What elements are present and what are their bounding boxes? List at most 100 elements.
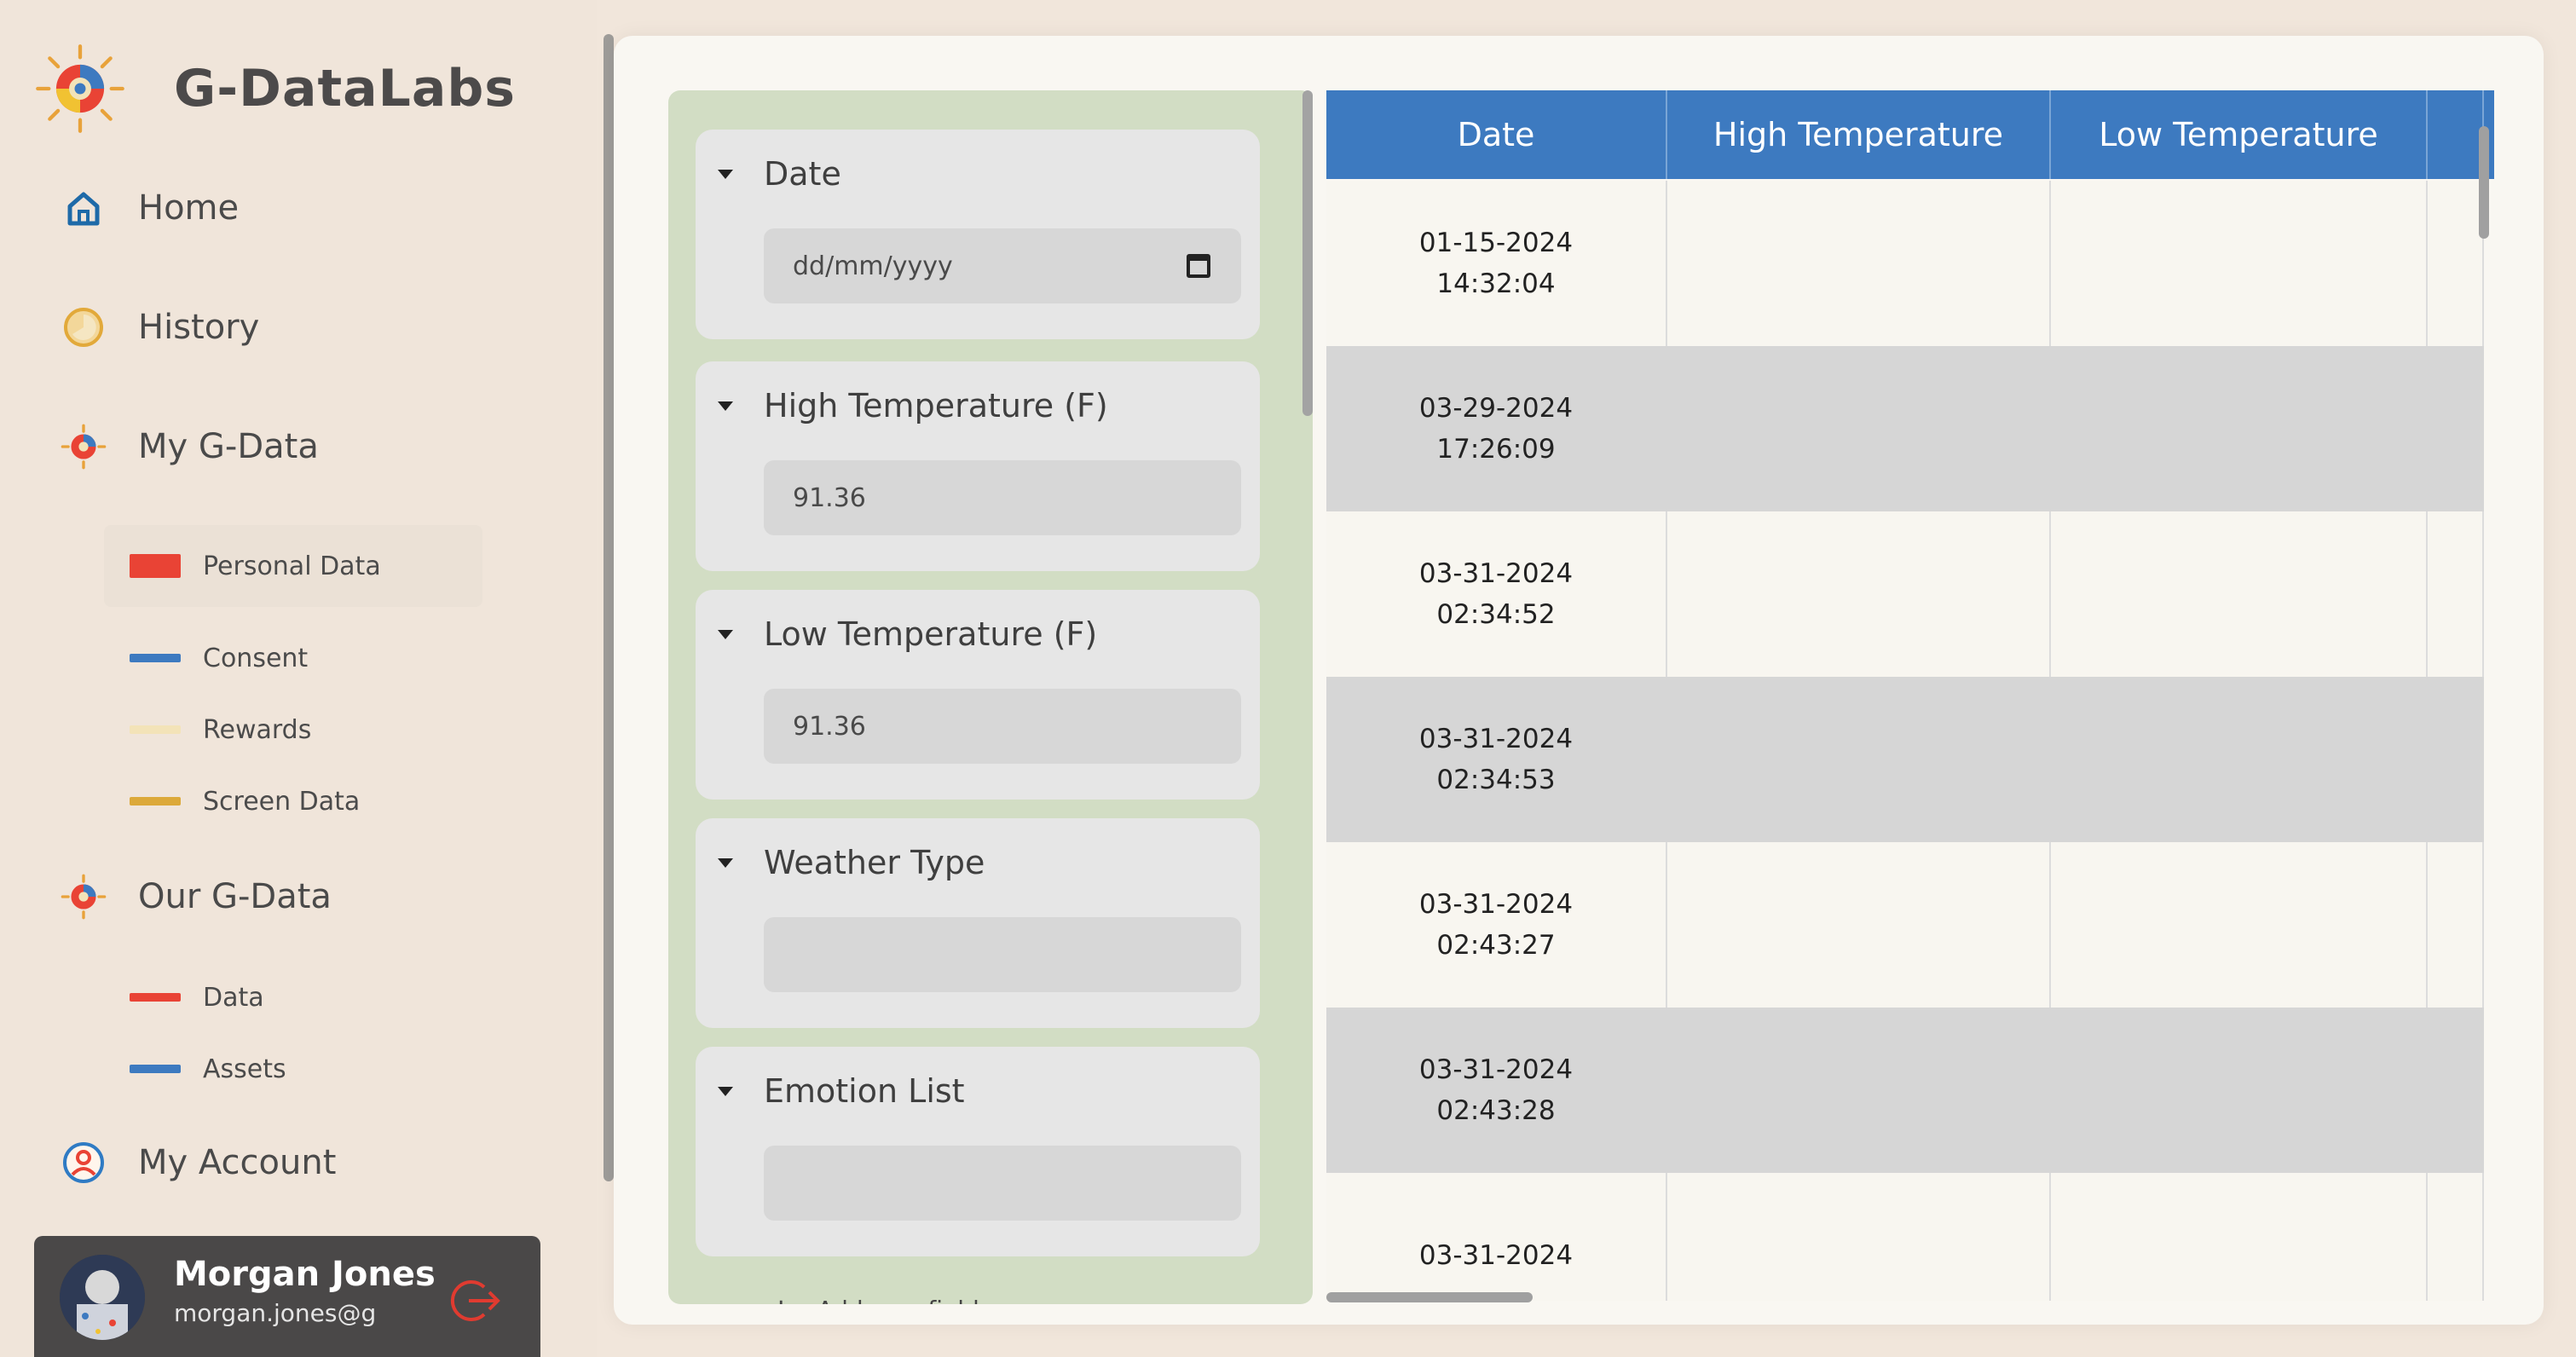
table-row[interactable]: 03-31-2024 — [1326, 1173, 2484, 1301]
table-row[interactable]: 03-29-2024 17:26:09 — [1326, 346, 2484, 511]
sidebar-item-assets[interactable]: Assets — [104, 1028, 482, 1110]
cell-extra — [2428, 842, 2484, 1008]
cell-low-temperature — [2051, 346, 2428, 511]
sidebar-item-label: Rewards — [203, 714, 312, 745]
cell-low-temperature — [2051, 677, 2428, 842]
caret-down-icon[interactable] — [718, 629, 733, 639]
field-header[interactable]: Weather Type — [718, 844, 985, 881]
nav-my-gdata[interactable]: My G-Data — [60, 423, 319, 471]
sidebar-item-personal-data[interactable]: Personal Data — [104, 525, 482, 607]
low-temperature-input[interactable]: 91.36 — [764, 689, 1241, 764]
column-header-low-temperature[interactable]: Low Temperature — [2051, 90, 2428, 179]
cell-date: 03-29-2024 17:26:09 — [1326, 346, 1667, 511]
cell-extra — [2428, 346, 2484, 511]
column-header-high-temperature[interactable]: High Temperature — [1667, 90, 2051, 179]
nav-home[interactable]: Home — [60, 184, 239, 232]
caret-down-icon[interactable] — [718, 858, 733, 868]
sidebar: G-DataLabs Home History My G-Data Person… — [0, 0, 597, 1357]
app-window: G-DataLabs Home History My G-Data Person… — [0, 0, 2576, 1357]
data-table: Date High Temperature Low Temperature 01… — [1326, 90, 2494, 1301]
rewards-color-icon — [130, 725, 181, 734]
sidebar-item-rewards[interactable]: Rewards — [104, 689, 482, 771]
nav-our-gdata[interactable]: Our G-Data — [60, 873, 332, 921]
user-name: Morgan Jones — [174, 1255, 436, 1294]
field-header[interactable]: Emotion List — [718, 1072, 965, 1110]
form-panel: Date dd/mm/yyyy High Temperature (F) 91.… — [668, 90, 1313, 1304]
cell-date-time: 02:34:53 — [1436, 765, 1556, 795]
home-icon — [60, 184, 107, 232]
caret-down-icon[interactable] — [718, 169, 733, 179]
our-gdata-icon — [60, 873, 107, 921]
cell-high-temperature — [1667, 1008, 2051, 1173]
high-temperature-input[interactable]: 91.36 — [764, 460, 1241, 535]
table-vertical-scrollbar[interactable] — [2479, 126, 2489, 239]
cell-date: 03-31-2024 02:43:27 — [1326, 842, 1667, 1008]
cell-date-time: 02:43:27 — [1436, 930, 1556, 961]
cell-date-time: 17:26:09 — [1436, 434, 1556, 465]
cell-date-day: 03-31-2024 — [1418, 1054, 1574, 1085]
nav-history[interactable]: History — [60, 303, 259, 351]
table-row[interactable]: 03-31-2024 02:34:52 — [1326, 511, 2484, 677]
screen-data-color-icon — [130, 797, 181, 806]
date-placeholder: dd/mm/yyyy — [793, 251, 953, 281]
table-horizontal-scrollbar[interactable] — [1326, 1292, 1533, 1302]
add-new-field-label: Add new field — [817, 1296, 979, 1305]
user-info: Morgan Jones morgan.jones@g — [174, 1255, 436, 1327]
emotion-list-input[interactable] — [764, 1146, 1241, 1221]
brand[interactable]: G-DataLabs — [34, 43, 516, 135]
user-card[interactable]: Morgan Jones morgan.jones@g — [34, 1236, 540, 1357]
sidebar-item-label: Data — [203, 982, 264, 1013]
account-icon — [60, 1139, 107, 1187]
calendar-icon[interactable] — [1187, 254, 1210, 278]
cell-extra — [2428, 181, 2484, 346]
nav-my-account-label: My Account — [138, 1143, 337, 1182]
weather-type-input[interactable] — [764, 917, 1241, 992]
cell-date-time: 14:32:04 — [1436, 269, 1556, 299]
nav-my-account[interactable]: My Account — [60, 1139, 336, 1187]
table-row[interactable]: 03-31-2024 02:34:53 — [1326, 677, 2484, 842]
cell-date: 03-31-2024 — [1326, 1173, 1667, 1301]
table-row[interactable]: 03-31-2024 02:43:27 — [1326, 842, 2484, 1008]
caret-down-icon[interactable] — [718, 1086, 733, 1096]
date-input[interactable]: dd/mm/yyyy — [764, 228, 1241, 303]
cell-date-day: 03-31-2024 — [1418, 889, 1574, 920]
consent-color-icon — [130, 654, 181, 662]
field-label: Emotion List — [764, 1072, 965, 1110]
cell-high-temperature — [1667, 346, 2051, 511]
column-header-date[interactable]: Date — [1326, 90, 1667, 179]
field-header[interactable]: High Temperature (F) — [718, 387, 1108, 424]
cell-date: 03-31-2024 02:43:28 — [1326, 1008, 1667, 1173]
cell-low-temperature — [2051, 511, 2428, 677]
caret-down-icon[interactable] — [718, 401, 733, 411]
add-new-field-button[interactable]: + Add new field — [769, 1292, 979, 1304]
sidebar-item-consent[interactable]: Consent — [104, 617, 482, 699]
logout-icon[interactable] — [450, 1275, 501, 1326]
table-row[interactable]: 03-31-2024 02:43:28 — [1326, 1008, 2484, 1173]
field-header[interactable]: Date — [718, 155, 841, 193]
field-date: Date dd/mm/yyyy — [696, 130, 1260, 339]
field-header[interactable]: Low Temperature (F) — [718, 615, 1097, 653]
field-label: Weather Type — [764, 844, 985, 881]
cell-date: 01-15-2024 14:32:04 — [1326, 181, 1667, 346]
cell-date-day: 03-31-2024 — [1418, 1240, 1574, 1271]
field-label: Low Temperature (F) — [764, 615, 1098, 653]
data-color-icon — [130, 993, 181, 1002]
history-icon — [60, 303, 107, 351]
cell-date: 03-31-2024 02:34:52 — [1326, 511, 1667, 677]
nav-home-label: Home — [138, 188, 240, 228]
table-row[interactable]: 01-15-2024 14:32:04 — [1326, 181, 2484, 346]
field-low-temperature: Low Temperature (F) 91.36 — [696, 590, 1260, 800]
sidebar-item-label: Consent — [203, 643, 309, 673]
sidebar-item-label: Personal Data — [203, 551, 381, 581]
sidebar-item-screen-data[interactable]: Screen Data — [104, 760, 482, 842]
form-scrollbar[interactable] — [1302, 90, 1313, 416]
cell-low-temperature — [2051, 1008, 2428, 1173]
sidebar-item-data[interactable]: Data — [104, 956, 482, 1038]
column-header-extra[interactable] — [2428, 90, 2484, 179]
cell-extra — [2428, 677, 2484, 842]
table-header: Date High Temperature Low Temperature — [1326, 90, 2494, 179]
cell-date: 03-31-2024 02:34:53 — [1326, 677, 1667, 842]
sidebar-scrollbar[interactable] — [604, 34, 614, 1181]
cell-date-day: 01-15-2024 — [1418, 228, 1574, 258]
cell-high-temperature — [1667, 181, 2051, 346]
